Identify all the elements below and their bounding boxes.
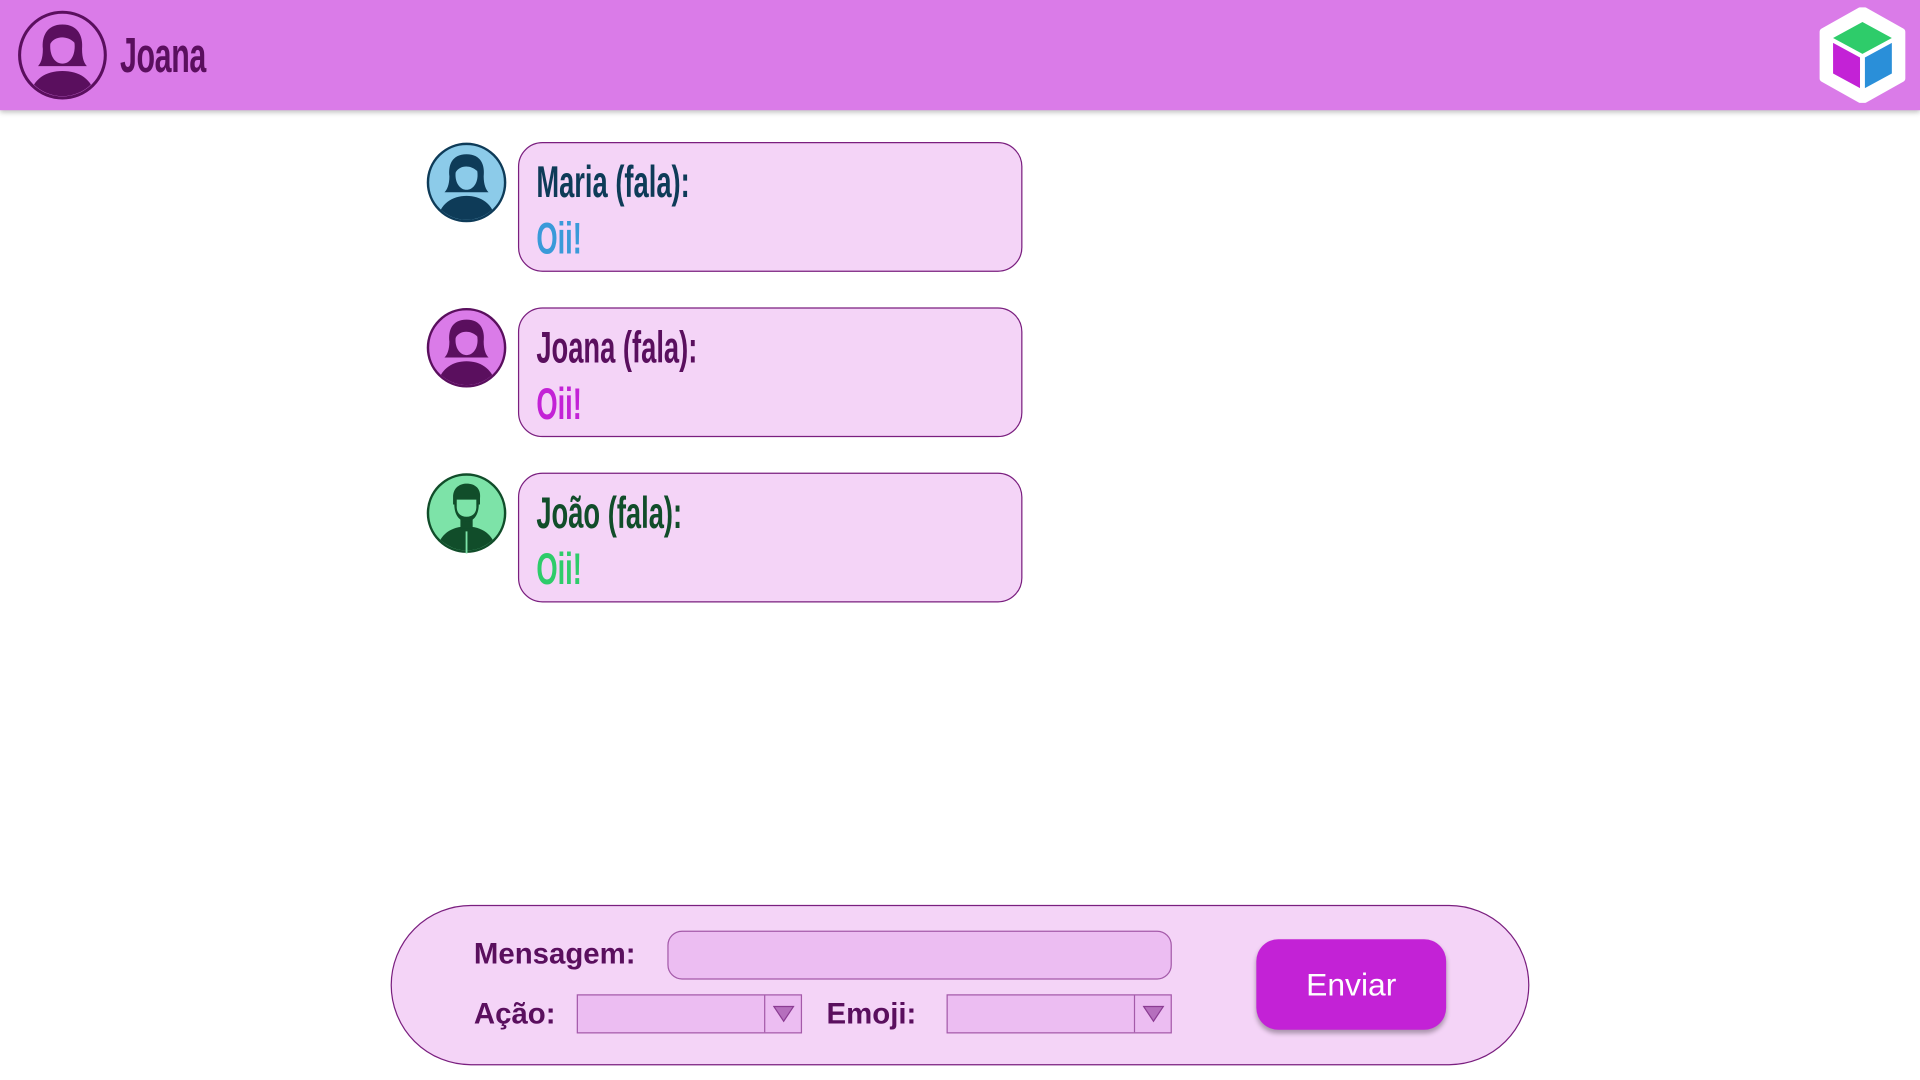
emoji-dropdown-arrow[interactable] bbox=[1133, 995, 1171, 1033]
chat-message: João (fala): Oii! bbox=[426, 472, 1026, 605]
message-label: Mensagem: bbox=[473, 937, 636, 972]
action-select[interactable] bbox=[576, 994, 803, 1034]
chevron-down-icon bbox=[772, 1005, 795, 1023]
user-name: Joana bbox=[120, 29, 206, 84]
message-input[interactable] bbox=[667, 930, 1172, 980]
message-composer: Mensagem: Ação: Emoji: Enviar bbox=[390, 904, 1530, 1066]
action-dropdown-arrow[interactable] bbox=[764, 995, 801, 1033]
message-author: João (fala): bbox=[536, 487, 683, 538]
man-avatar-icon bbox=[426, 473, 507, 554]
message-text: Oii! bbox=[536, 213, 582, 264]
woman-avatar-icon bbox=[426, 142, 507, 223]
message-bubble: João (fala): Oii! bbox=[517, 472, 1023, 603]
cube-logo-icon bbox=[1819, 7, 1906, 103]
woman-avatar-icon bbox=[426, 307, 507, 388]
message-author: Maria (fala): bbox=[536, 156, 690, 207]
message-bubble: Maria (fala): Oii! bbox=[517, 142, 1023, 272]
chevron-down-icon bbox=[1142, 1005, 1165, 1023]
send-button[interactable]: Enviar bbox=[1256, 939, 1447, 1030]
user-avatar-icon bbox=[18, 10, 107, 100]
action-label: Ação: bbox=[473, 997, 556, 1032]
message-text: Oii! bbox=[536, 378, 582, 429]
chat-message: Joana (fala): Oii! bbox=[426, 307, 1026, 439]
message-text: Oii! bbox=[536, 543, 582, 594]
emoji-label: Emoji: bbox=[826, 997, 917, 1032]
emoji-select[interactable] bbox=[946, 994, 1172, 1034]
message-author: Joana (fala): bbox=[536, 322, 698, 373]
message-bubble: Joana (fala): Oii! bbox=[517, 307, 1023, 438]
chat-message: Maria (fala): Oii! bbox=[426, 142, 1026, 274]
app-header: Joana bbox=[0, 0, 1920, 111]
